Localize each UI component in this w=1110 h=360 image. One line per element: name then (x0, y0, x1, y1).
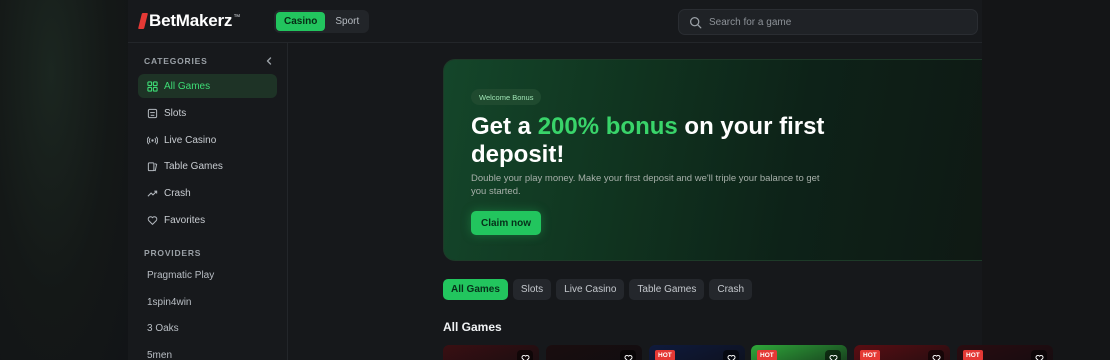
sidebar-item-table-games[interactable]: Table Games (138, 154, 277, 178)
cards-icon (147, 161, 158, 171)
heart-icon (727, 354, 735, 360)
game-card[interactable]: HOT (957, 345, 1053, 360)
search-input[interactable] (709, 16, 959, 28)
filter-chip-live-casino[interactable]: Live Casino (556, 279, 625, 300)
hot-badge: HOT (655, 350, 675, 360)
filter-chip-crash[interactable]: Crash (709, 279, 753, 300)
trend-up-icon (147, 190, 158, 197)
provider-item[interactable]: 3 Oaks (147, 323, 179, 334)
category-filter-bar: All Games Slots Live Casino Table Games … (443, 279, 753, 300)
provider-item[interactable]: 5men (147, 350, 172, 360)
sidebar-item-label: Crash (164, 187, 191, 199)
heart-icon (829, 354, 837, 360)
heart-icon (1035, 354, 1043, 360)
sidebar-item-live-casino[interactable]: Live Casino (138, 128, 277, 152)
sidebar-item-label: Slots (164, 107, 187, 119)
headline-highlight: 200% bonus (537, 113, 678, 140)
game-card[interactable] (546, 345, 642, 360)
top-bar: BetMakerz ™ Casino Sport (128, 0, 982, 43)
favorite-button[interactable] (620, 350, 636, 360)
welcome-bonus-banner: Welcome Bonus Get a 200% bonus on your f… (443, 59, 982, 261)
favorite-button[interactable] (825, 350, 841, 360)
mode-sport-button[interactable]: Sport (327, 12, 367, 31)
provider-item[interactable]: 1spin4win (147, 297, 191, 308)
logo-slash-icon (138, 13, 148, 29)
all-games-heading: All Games (443, 320, 502, 334)
welcome-bonus-badge: Welcome Bonus (471, 89, 542, 105)
providers-title: PROVIDERS (144, 248, 202, 258)
heart-icon (521, 354, 529, 360)
sidebar-item-label: All Games (164, 80, 211, 92)
hot-badge: HOT (860, 350, 880, 360)
game-card[interactable]: HOT (649, 345, 745, 360)
provider-item[interactable]: Pragmatic Play (147, 270, 214, 281)
background-left (0, 0, 128, 360)
sidebar-item-label: Table Games (164, 160, 223, 172)
hot-badge: HOT (757, 350, 777, 360)
sidebar-item-slots[interactable]: Slots (138, 101, 277, 125)
chevron-left-icon[interactable] (264, 56, 274, 66)
favorite-button[interactable] (723, 350, 739, 360)
filter-chip-slots[interactable]: Slots (512, 279, 552, 300)
game-card[interactable]: HOT (751, 345, 847, 360)
heart-icon (624, 354, 632, 360)
game-card[interactable] (443, 345, 539, 360)
app-window: BetMakerz ™ Casino Sport CATEGORIES All … (128, 0, 1053, 360)
favorite-button[interactable] (1031, 350, 1047, 360)
categories-title: CATEGORIES (144, 56, 208, 66)
headline-prefix: Get a (471, 113, 538, 140)
sidebar-item-label: Favorites (164, 214, 206, 226)
logo-trademark: ™ (233, 13, 241, 21)
mode-switch: Casino Sport (274, 10, 370, 33)
filter-chip-all-games[interactable]: All Games (443, 279, 508, 300)
sidebar-item-label: Live Casino (164, 134, 217, 146)
mode-casino-button[interactable]: Casino (276, 12, 326, 31)
search-box[interactable] (678, 9, 978, 35)
filter-chip-table-games[interactable]: Table Games (629, 279, 705, 300)
sidebar: CATEGORIES All Games Slots Live Casino T… (128, 43, 288, 360)
sidebar-item-crash[interactable]: Crash (138, 181, 277, 205)
favorite-button[interactable] (517, 350, 533, 360)
banner-subtext: Double your play money. Make your first … (471, 173, 820, 197)
heart-icon (147, 215, 158, 225)
game-card[interactable]: HOT (854, 345, 950, 360)
logo[interactable]: BetMakerz ™ (138, 11, 241, 31)
sidebar-item-favorites[interactable]: Favorites (138, 208, 277, 232)
background-right (982, 0, 1110, 360)
slot-machine-icon (147, 108, 158, 118)
hot-badge: HOT (963, 350, 983, 360)
grid-icon (147, 80, 158, 92)
logo-text: BetMakerz (149, 11, 233, 30)
sidebar-item-all-games[interactable]: All Games (138, 74, 277, 98)
claim-now-button[interactable]: Claim now (471, 211, 542, 235)
heart-icon (932, 354, 940, 360)
favorite-button[interactable] (928, 350, 944, 360)
search-icon (689, 16, 702, 28)
banner-headline: Get a 200% bonus on your first deposit! (471, 113, 871, 169)
broadcast-icon (147, 135, 158, 145)
